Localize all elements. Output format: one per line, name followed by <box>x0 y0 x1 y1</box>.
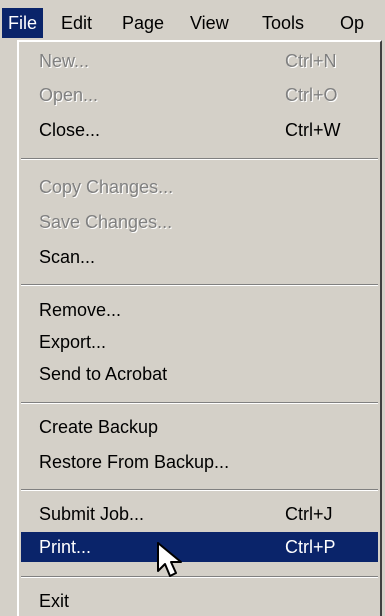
menu-item-label: Export... <box>39 332 107 352</box>
menu-options[interactable]: Op <box>340 8 364 38</box>
menu-item-shortcut: Ctrl+P <box>285 537 336 557</box>
menu-item-new[interactable]: New... Ctrl+N <box>21 46 378 76</box>
menu-item-restore-from-backup[interactable]: Restore From Backup... <box>21 447 378 477</box>
menu-item-scan[interactable]: Scan... <box>21 242 378 272</box>
menu-item-shortcut: Ctrl+O <box>285 85 338 105</box>
menu-item-shortcut: Ctrl+J <box>285 504 333 524</box>
menu-item-open[interactable]: Open... Ctrl+O <box>21 80 378 110</box>
menu-view[interactable]: View <box>190 8 229 38</box>
menu-item-label: Save Changes... <box>39 212 173 232</box>
menu-item-label: Exit <box>39 591 70 611</box>
menu-item-label: Submit Job... <box>39 504 145 524</box>
menu-item-save-changes[interactable]: Save Changes... <box>21 207 378 237</box>
menu-item-export[interactable]: Export... <box>21 327 378 357</box>
menu-item-label: Create Backup <box>39 417 159 437</box>
menu-page[interactable]: Page <box>122 8 164 38</box>
menu-item-label: Restore From Backup... <box>39 452 230 472</box>
menu-separator <box>21 158 378 160</box>
menu-item-remove[interactable]: Remove... <box>21 295 378 325</box>
menu-bar: File Edit Page View Tools Op <box>0 0 385 40</box>
menu-item-label: Copy Changes... <box>39 177 174 197</box>
menu-item-label: Print... <box>39 537 92 557</box>
menu-tools[interactable]: Tools <box>262 8 304 38</box>
menu-item-copy-changes[interactable]: Copy Changes... <box>21 172 378 202</box>
menu-separator <box>21 402 378 404</box>
menu-item-shortcut: Ctrl+N <box>285 51 337 71</box>
menu-separator <box>21 284 378 286</box>
menu-item-exit[interactable]: Exit <box>21 586 378 616</box>
menu-item-send-to-acrobat[interactable]: Send to Acrobat <box>21 359 378 389</box>
menu-file[interactable]: File <box>2 8 44 38</box>
mouse-pointer-icon <box>157 542 182 577</box>
menu-separator <box>21 489 378 491</box>
menu-item-label: Open... <box>39 85 99 105</box>
menu-item-label: Remove... <box>39 300 122 320</box>
file-menu-dropdown: New... Ctrl+N Open... Ctrl+O Close... Ct… <box>17 40 382 616</box>
menu-edit[interactable]: Edit <box>61 8 92 38</box>
menu-item-print[interactable]: Print... Ctrl+P <box>21 532 378 562</box>
menu-item-label: Scan... <box>39 247 96 267</box>
menu-item-label: Close... <box>39 120 101 140</box>
menu-item-shortcut: Ctrl+W <box>285 120 341 140</box>
menu-item-submit-job[interactable]: Submit Job... Ctrl+J <box>21 499 378 529</box>
menu-item-label: Send to Acrobat <box>39 364 168 384</box>
menu-item-close[interactable]: Close... Ctrl+W <box>21 115 378 145</box>
menu-item-create-backup[interactable]: Create Backup <box>21 412 378 442</box>
menu-item-label: New... <box>39 51 90 71</box>
menu-separator <box>21 576 378 578</box>
